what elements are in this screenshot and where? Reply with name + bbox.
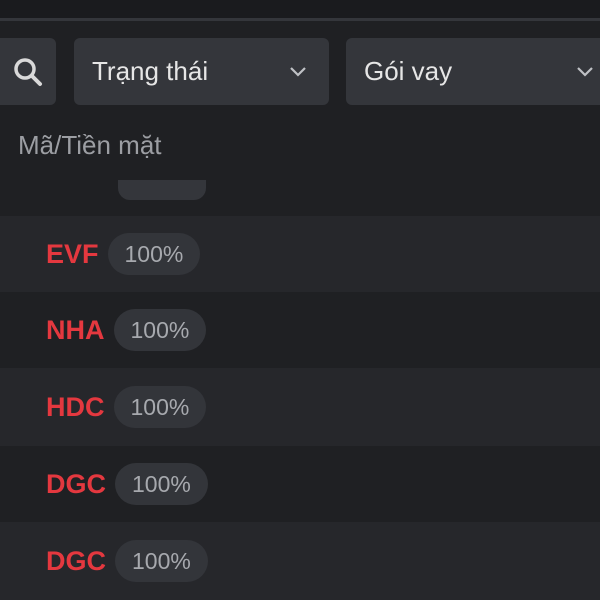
top-bar [0, 0, 600, 18]
status-select-label: Trạng thái [92, 56, 209, 86]
table-row[interactable]: EVF 100% [0, 216, 600, 292]
scrolled-row-peek [118, 180, 206, 200]
loan-package-select-label: Gói vay [364, 56, 453, 86]
table-row[interactable]: DGC 100% [0, 446, 600, 522]
column-header-code-cash: Mã/Tiền mặt [18, 130, 162, 160]
stock-code: NHA [46, 314, 105, 345]
loan-package-select[interactable]: Gói vay [346, 38, 600, 105]
divider [0, 18, 600, 21]
status-select[interactable]: Trạng thái [74, 38, 329, 105]
stock-code: DGC [46, 545, 106, 576]
chevron-down-icon [577, 66, 593, 77]
search-icon [14, 57, 42, 86]
table-row[interactable]: HDC 100% [0, 368, 600, 446]
table-row[interactable]: NHA 100% [0, 292, 600, 368]
cash-ratio-badge: 100% [113, 386, 207, 428]
chevron-down-icon [290, 66, 306, 77]
screen: Trạng thái Gói vay Mã/Tiền mặt EVF 100% … [0, 0, 600, 600]
stock-code: EVF [46, 238, 99, 269]
cash-ratio-badge: 100% [113, 309, 207, 351]
stock-code: HDC [46, 391, 105, 422]
cash-ratio-badge: 100% [107, 233, 201, 275]
table-row[interactable]: DGC 100% [0, 522, 600, 600]
cash-ratio-badge: 100% [115, 463, 208, 505]
search-button[interactable] [0, 38, 56, 105]
stock-code: DGC [46, 468, 106, 499]
cash-ratio-badge: 100% [115, 540, 208, 582]
